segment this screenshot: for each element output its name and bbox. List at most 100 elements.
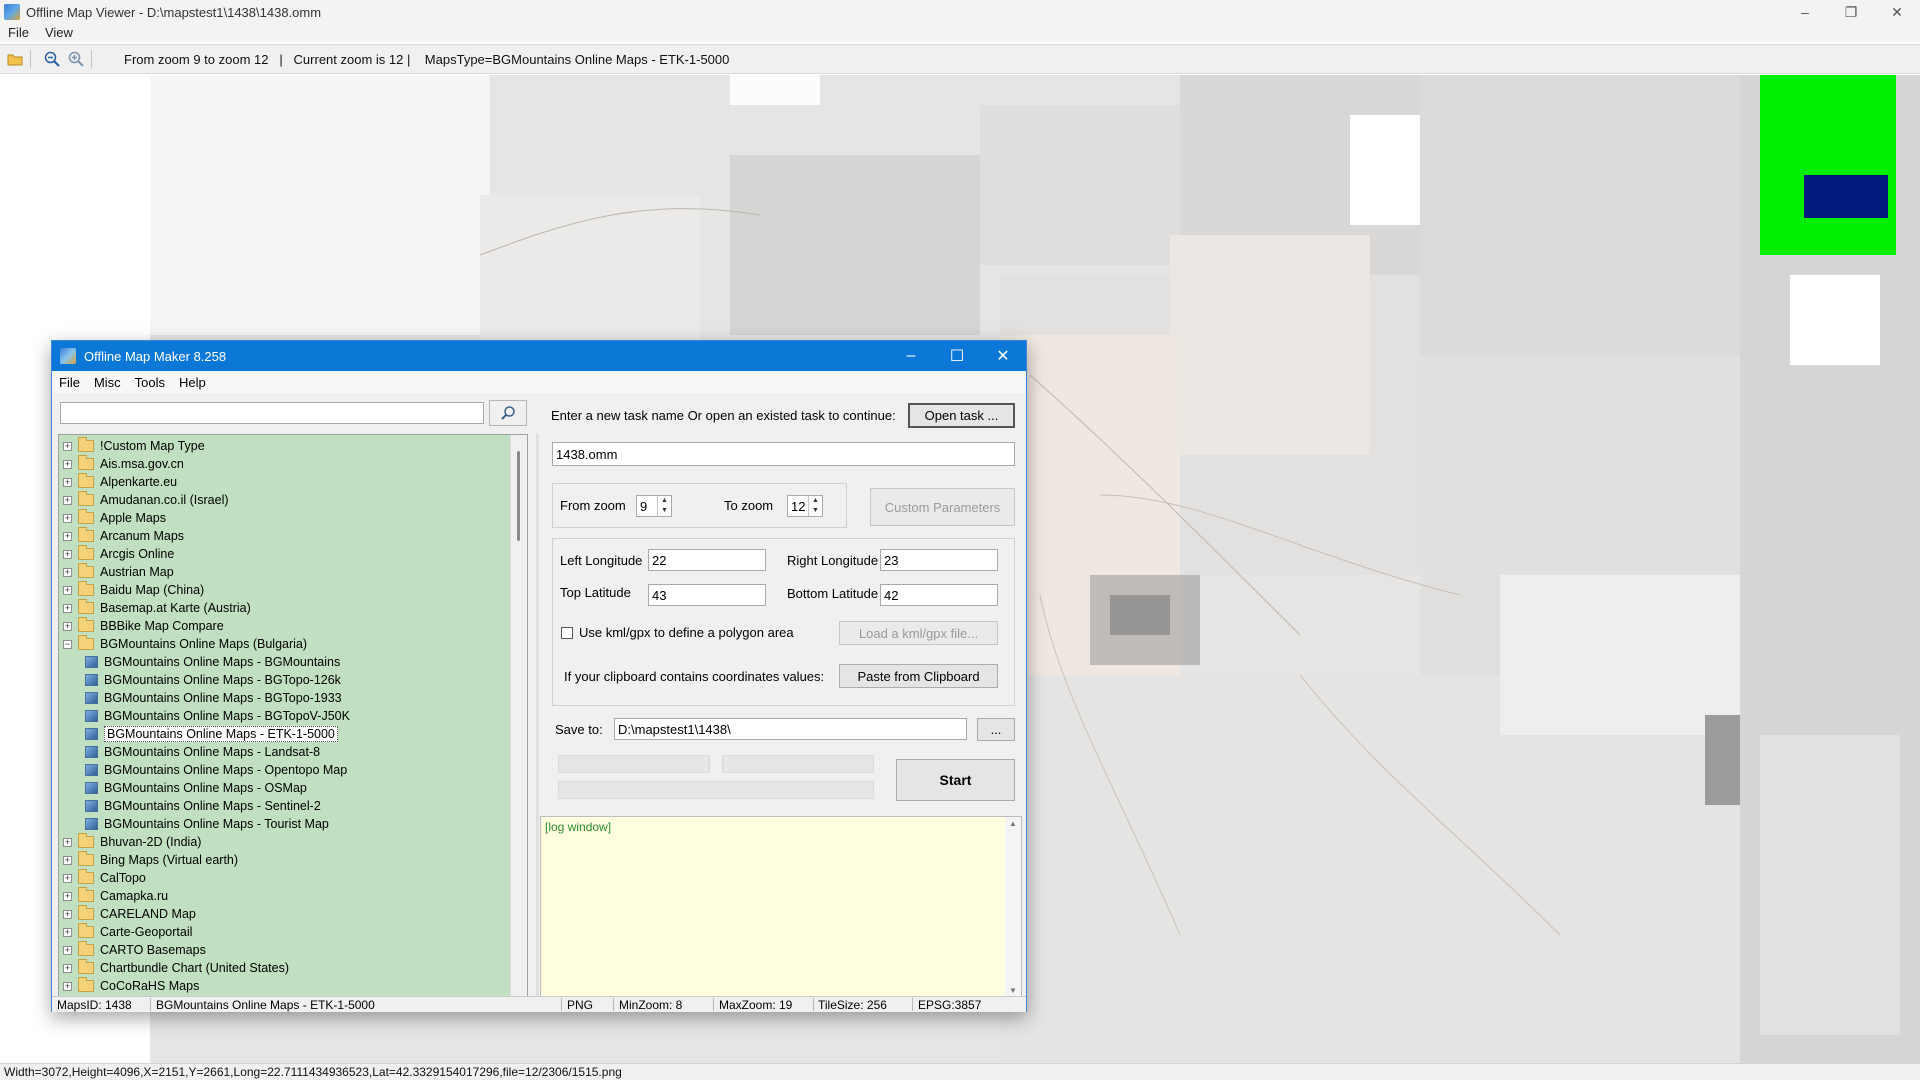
tree-item[interactable]: + !Custom Map Type bbox=[63, 437, 205, 455]
expand-icon[interactable]: + bbox=[63, 837, 72, 847]
panel-splitter[interactable] bbox=[536, 434, 539, 998]
expand-icon[interactable]: + bbox=[63, 495, 72, 505]
browse-button[interactable]: ... bbox=[977, 718, 1015, 741]
collapse-icon[interactable]: − bbox=[63, 639, 72, 649]
expand-icon[interactable]: + bbox=[63, 855, 72, 865]
expand-icon[interactable]: + bbox=[63, 531, 72, 541]
tree-item[interactable]: + BBBike Map Compare bbox=[63, 617, 224, 635]
expand-icon[interactable]: + bbox=[63, 441, 72, 451]
tree-item[interactable]: + Camapka.ru bbox=[63, 887, 168, 905]
expand-icon[interactable]: + bbox=[63, 603, 72, 613]
tree-item[interactable]: BGMountains Online Maps - Sentinel-2 bbox=[83, 797, 321, 815]
tree-item[interactable]: + Arcanum Maps bbox=[63, 527, 184, 545]
tree-item[interactable]: BGMountains Online Maps - Landsat-8 bbox=[83, 743, 320, 761]
open-folder-icon[interactable] bbox=[6, 50, 24, 68]
expand-icon[interactable]: + bbox=[63, 549, 72, 559]
menu-misc[interactable]: Misc bbox=[87, 375, 128, 390]
zoom-out-icon[interactable] bbox=[43, 50, 61, 68]
tree-item[interactable]: + CoCoRaHS Maps bbox=[63, 977, 199, 995]
expand-icon[interactable]: + bbox=[63, 981, 72, 991]
scrollbar-thumb[interactable] bbox=[517, 451, 520, 541]
tree-scrollbar[interactable] bbox=[510, 435, 527, 997]
menu-view[interactable]: View bbox=[37, 25, 81, 40]
omm-titlebar[interactable]: Offline Map Maker 8.258 – ☐ ✕ bbox=[52, 341, 1026, 371]
menu-help[interactable]: Help bbox=[172, 375, 213, 390]
tree-item[interactable]: + CARELAND Map bbox=[63, 905, 196, 923]
minimize-button[interactable]: – bbox=[1782, 0, 1828, 24]
spin-down-icon[interactable]: ▼ bbox=[658, 506, 671, 516]
log-window[interactable]: [log window] ▲ ▼ bbox=[540, 816, 1022, 998]
viewer-statusbar: Width=3072,Height=4096,X=2151,Y=2661,Lon… bbox=[0, 1063, 1920, 1080]
expand-icon[interactable]: + bbox=[63, 891, 72, 901]
tree-item[interactable]: − BGMountains Online Maps (Bulgaria) bbox=[63, 635, 307, 653]
tree-item[interactable]: BGMountains Online Maps - BGTopo-1933 bbox=[83, 689, 342, 707]
map-search-input[interactable] bbox=[60, 402, 484, 424]
expand-icon[interactable]: + bbox=[63, 873, 72, 883]
close-button[interactable]: ✕ bbox=[1874, 0, 1920, 24]
from-zoom-stepper[interactable]: 9 ▲ ▼ bbox=[636, 495, 672, 517]
kml-polygon-checkbox[interactable] bbox=[561, 627, 573, 639]
menu-file[interactable]: File bbox=[52, 375, 87, 390]
paste-from-clipboard-button[interactable]: Paste from Clipboard bbox=[839, 664, 998, 688]
log-scrollbar[interactable]: ▲ ▼ bbox=[1005, 817, 1021, 997]
menu-tools[interactable]: Tools bbox=[128, 375, 172, 390]
task-name-input[interactable]: 1438.omm bbox=[552, 442, 1015, 466]
expand-icon[interactable]: + bbox=[63, 621, 72, 631]
expand-icon[interactable]: + bbox=[63, 585, 72, 595]
tree-item[interactable]: + Alpenkarte.eu bbox=[63, 473, 177, 491]
start-button[interactable]: Start bbox=[896, 759, 1015, 801]
expand-icon[interactable]: + bbox=[63, 513, 72, 523]
tree-item[interactable]: + Apple Maps bbox=[63, 509, 166, 527]
left-longitude-input[interactable]: 22 bbox=[648, 549, 766, 571]
tree-item[interactable]: + Chartbundle Chart (United States) bbox=[63, 959, 289, 977]
tree-item[interactable]: + Arcgis Online bbox=[63, 545, 174, 563]
expand-icon[interactable]: + bbox=[63, 963, 72, 973]
overview-minimap[interactable] bbox=[1760, 75, 1896, 255]
scroll-up-icon[interactable]: ▲ bbox=[1009, 819, 1017, 828]
tree-item[interactable]: BGMountains Online Maps - BGTopoV-J50K bbox=[83, 707, 350, 725]
zoom-in-icon[interactable] bbox=[67, 50, 85, 68]
expand-icon[interactable]: + bbox=[63, 909, 72, 919]
spin-down-icon[interactable]: ▼ bbox=[809, 506, 822, 516]
save-path-input[interactable]: D:\mapstest1\1438\ bbox=[614, 718, 967, 740]
expand-icon[interactable]: + bbox=[63, 567, 72, 577]
expand-icon[interactable]: + bbox=[63, 477, 72, 487]
search-button[interactable] bbox=[489, 400, 527, 426]
top-latitude-input[interactable]: 43 bbox=[648, 584, 766, 606]
expand-icon[interactable]: + bbox=[63, 945, 72, 955]
spin-up-icon[interactable]: ▲ bbox=[658, 496, 671, 506]
tree-item[interactable]: + Ais.msa.gov.cn bbox=[63, 455, 184, 473]
custom-parameters-button[interactable]: Custom Parameters bbox=[870, 488, 1015, 526]
minimize-button[interactable]: – bbox=[888, 341, 934, 371]
expand-icon[interactable]: + bbox=[63, 927, 72, 937]
menu-file[interactable]: File bbox=[0, 25, 37, 40]
tree-item[interactable]: + CalTopo bbox=[63, 869, 146, 887]
tree-item[interactable]: + Baidu Map (China) bbox=[63, 581, 204, 599]
tree-item[interactable]: + Carte-Geoportail bbox=[63, 923, 192, 941]
close-button[interactable]: ✕ bbox=[980, 341, 1026, 371]
tree-item[interactable]: + CARTO Basemaps bbox=[63, 941, 206, 959]
open-task-button[interactable]: Open task ... bbox=[908, 403, 1015, 428]
tree-item[interactable]: + Austrian Map bbox=[63, 563, 174, 581]
overview-viewport-rect[interactable] bbox=[1804, 175, 1888, 218]
tree-item[interactable]: + Bhuvan-2D (India) bbox=[63, 833, 201, 851]
to-zoom-stepper[interactable]: 12 ▲ ▼ bbox=[787, 495, 823, 517]
tree-item[interactable]: BGMountains Online Maps - Tourist Map bbox=[83, 815, 329, 833]
map-type-tree[interactable]: + !Custom Map Type + Ais.msa.gov.cn + Alpenka… bbox=[58, 434, 528, 998]
right-longitude-input[interactable]: 23 bbox=[880, 549, 998, 571]
load-kml-button[interactable]: Load a kml/gpx file... bbox=[839, 621, 998, 645]
tree-item[interactable]: + Basemap.at Karte (Austria) bbox=[63, 599, 251, 617]
tree-item[interactable]: + Bing Maps (Virtual earth) bbox=[63, 851, 238, 869]
tree-item[interactable]: BGMountains Online Maps - OSMap bbox=[83, 779, 307, 797]
tree-item[interactable]: BGMountains Online Maps - BGMountains bbox=[83, 653, 340, 671]
scroll-down-icon[interactable]: ▼ bbox=[1009, 986, 1017, 995]
bottom-latitude-input[interactable]: 42 bbox=[880, 584, 998, 606]
spin-up-icon[interactable]: ▲ bbox=[809, 496, 822, 506]
restore-button[interactable]: ❐ bbox=[1828, 0, 1874, 24]
tree-item[interactable]: BGMountains Online Maps - BGTopo-126k bbox=[83, 671, 341, 689]
tree-item[interactable]: BGMountains Online Maps - ETK-1-5000 bbox=[83, 725, 338, 743]
expand-icon[interactable]: + bbox=[63, 459, 72, 469]
tree-item[interactable]: + Amudanan.co.il (Israel) bbox=[63, 491, 229, 509]
maximize-button[interactable]: ☐ bbox=[934, 341, 980, 371]
tree-item[interactable]: BGMountains Online Maps - Opentopo Map bbox=[83, 761, 347, 779]
